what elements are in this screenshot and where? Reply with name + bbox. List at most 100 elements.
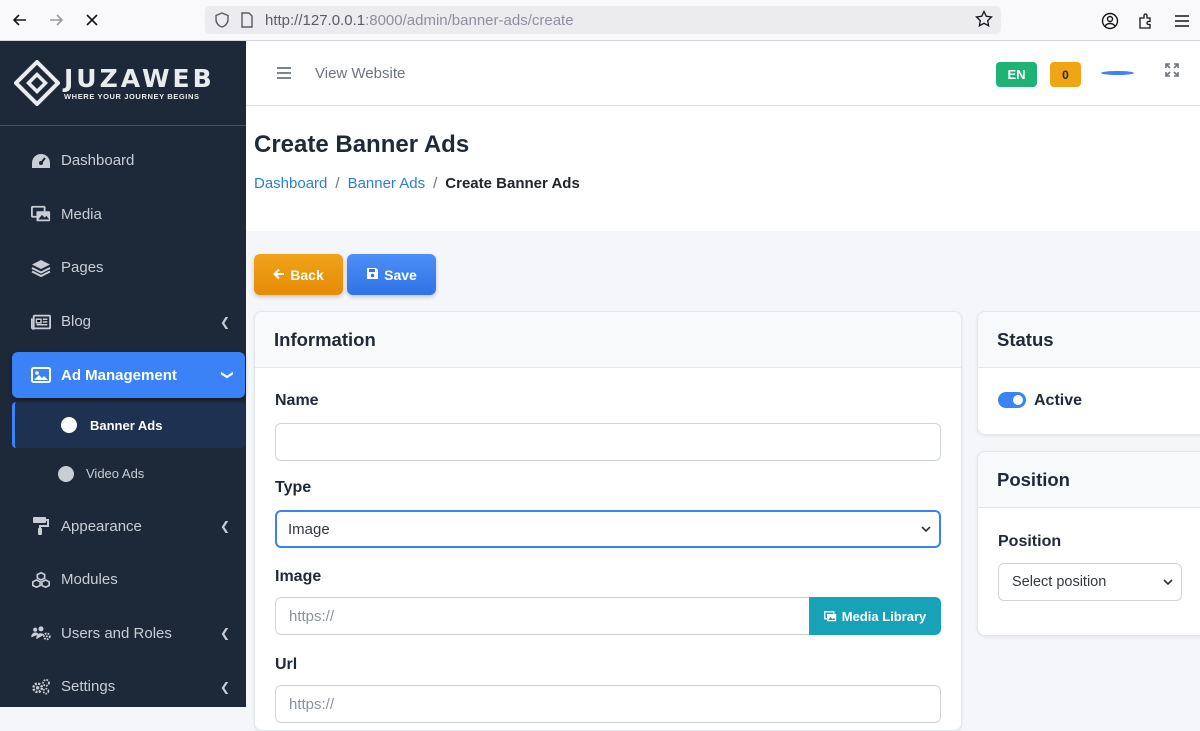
fullscreen-icon[interactable]: [1165, 63, 1179, 82]
active-toggle-label: Active: [1034, 392, 1083, 409]
shield-icon: [215, 12, 229, 32]
content-header: Create Banner Ads Dashboard / Banner Ads…: [246, 106, 1200, 231]
information-card: Information Name Type Image Image https:…: [254, 311, 962, 731]
paint-roller-icon: [31, 517, 51, 536]
sidebar-item-dashboard[interactable]: Dashboard: [0, 134, 246, 188]
name-input[interactable]: [275, 423, 941, 461]
sidebar-subitem-video-ads[interactable]: Video Ads: [0, 448, 246, 499]
sidebar-subitem-label: Video Ads: [86, 466, 145, 482]
back-arrow-icon[interactable]: [2, 2, 38, 38]
page-icon: [241, 12, 253, 32]
floppy-disk-icon: [366, 267, 379, 283]
hamburger-menu-icon[interactable]: [277, 63, 291, 84]
active-toggle[interactable]: [998, 392, 1026, 408]
sidebar-item-blog[interactable]: Blog ❮: [0, 295, 246, 349]
sidebar-item-label: Settings: [61, 678, 116, 696]
sidebar-item-modules[interactable]: Modules: [0, 553, 246, 607]
newspaper-icon: [31, 313, 51, 331]
avatar[interactable]: [1101, 71, 1134, 75]
media-library-button[interactable]: Media Library: [809, 597, 941, 635]
information-card-title: Information: [255, 312, 961, 368]
name-label: Name: [275, 392, 319, 409]
circle-icon: [61, 417, 77, 434]
notification-badge[interactable]: 0: [1050, 62, 1081, 87]
brand-title: JUZAWEB: [64, 63, 215, 93]
type-label: Type: [275, 479, 312, 496]
circle-icon: [58, 465, 74, 482]
sidebar-item-media[interactable]: Media: [0, 188, 246, 242]
status-card-title: Status: [978, 312, 1200, 368]
users-cog-icon: [31, 624, 51, 642]
sidebar-item-appearance[interactable]: Appearance ❮: [0, 499, 246, 553]
images-icon: [823, 610, 837, 622]
sidebar-item-label: Appearance: [61, 517, 142, 535]
back-button[interactable]: Back: [254, 254, 343, 295]
view-website-link[interactable]: View Website: [315, 65, 405, 82]
image-label: Image: [275, 568, 322, 585]
url-input[interactable]: https://: [275, 685, 941, 723]
extensions-icon[interactable]: [1128, 12, 1164, 30]
url-label: Url: [275, 656, 298, 673]
breadcrumb-current: Create Banner Ads: [445, 175, 580, 192]
position-label: Position: [998, 533, 1062, 550]
bookmark-star-icon[interactable]: [975, 9, 993, 32]
position-select-placeholder: Select position: [1012, 574, 1107, 590]
sidebar-item-label: Dashboard: [61, 152, 135, 170]
forward-arrow-icon[interactable]: [38, 2, 74, 38]
sidebar-item-label: Blog: [61, 313, 92, 331]
chevron-down-icon: [1163, 576, 1173, 588]
sidebar-item-label: Ad Management: [61, 366, 177, 384]
juzaweb-logo-icon: [13, 59, 61, 107]
url-text: http://127.0.0.1:8000/admin/banner-ads/c…: [265, 11, 574, 29]
chevron-down-icon: ❮: [218, 370, 233, 381]
cubes-icon: [31, 571, 51, 589]
app-menu-icon[interactable]: [1164, 14, 1200, 28]
address-bar[interactable]: http://127.0.0.1:8000/admin/banner-ads/c…: [205, 6, 1001, 34]
chevron-left-icon: ❮: [219, 314, 230, 329]
sidebar-menu: Dashboard Media Pages Blog ❮ Ad Manageme…: [0, 134, 246, 714]
cogs-icon: [31, 678, 51, 696]
position-card: Position Position Select position: [977, 451, 1200, 636]
top-navbar: View Website EN 0: [246, 41, 1200, 106]
breadcrumb-dashboard-link[interactable]: Dashboard: [254, 175, 327, 192]
sidebar-item-label: Modules: [61, 571, 118, 589]
photo-video-icon: [31, 205, 51, 223]
status-card: Status Active: [977, 311, 1200, 435]
sidebar-item-label: Pages: [61, 259, 104, 277]
browser-toolbar: http://127.0.0.1:8000/admin/banner-ads/c…: [0, 0, 1200, 41]
sidebar-item-ad-management[interactable]: Ad Management ❮: [12, 352, 245, 399]
chevron-left-icon: ❮: [219, 679, 230, 694]
sidebar: JUZAWEB WHERE YOUR JOURNEY BEGINS Dashbo…: [0, 41, 246, 707]
save-button[interactable]: Save: [347, 254, 436, 295]
layers-icon: [31, 259, 51, 277]
brand-logo[interactable]: JUZAWEB WHERE YOUR JOURNEY BEGINS: [0, 41, 246, 126]
save-button-label: Save: [384, 266, 417, 283]
sidebar-item-settings[interactable]: Settings ❮: [0, 660, 246, 714]
image-url-input[interactable]: https://: [275, 597, 811, 635]
sidebar-item-pages[interactable]: Pages: [0, 241, 246, 295]
type-select[interactable]: Image: [275, 510, 941, 548]
breadcrumb-banner-ads-link[interactable]: Banner Ads: [348, 175, 426, 192]
arrow-left-icon: [273, 267, 285, 283]
sidebar-item-label: Media: [61, 205, 102, 223]
account-icon[interactable]: [1092, 12, 1128, 30]
stop-loading-icon[interactable]: [74, 2, 110, 38]
chevron-left-icon: ❮: [219, 626, 230, 641]
sidebar-item-users-and-roles[interactable]: Users and Roles ❮: [0, 607, 246, 661]
breadcrumb-separator: /: [433, 175, 438, 192]
breadcrumb: Dashboard / Banner Ads / Create Banner A…: [254, 175, 580, 192]
breadcrumb-separator: /: [335, 175, 340, 192]
language-badge[interactable]: EN: [996, 62, 1037, 87]
brand-tagline: WHERE YOUR JOURNEY BEGINS: [64, 91, 200, 101]
sidebar-subitem-label: Banner Ads: [90, 417, 163, 433]
sidebar-subitem-banner-ads[interactable]: Banner Ads: [12, 402, 245, 449]
position-card-title: Position: [978, 452, 1200, 508]
chevron-down-icon: [921, 523, 931, 535]
page-title: Create Banner Ads: [254, 131, 470, 158]
type-select-value: Image: [288, 520, 330, 538]
media-library-label: Media Library: [841, 608, 927, 624]
chevron-left-icon: ❮: [219, 519, 230, 534]
image-icon: [31, 366, 51, 384]
sidebar-item-label: Users and Roles: [61, 624, 172, 642]
position-select[interactable]: Select position: [998, 563, 1182, 601]
